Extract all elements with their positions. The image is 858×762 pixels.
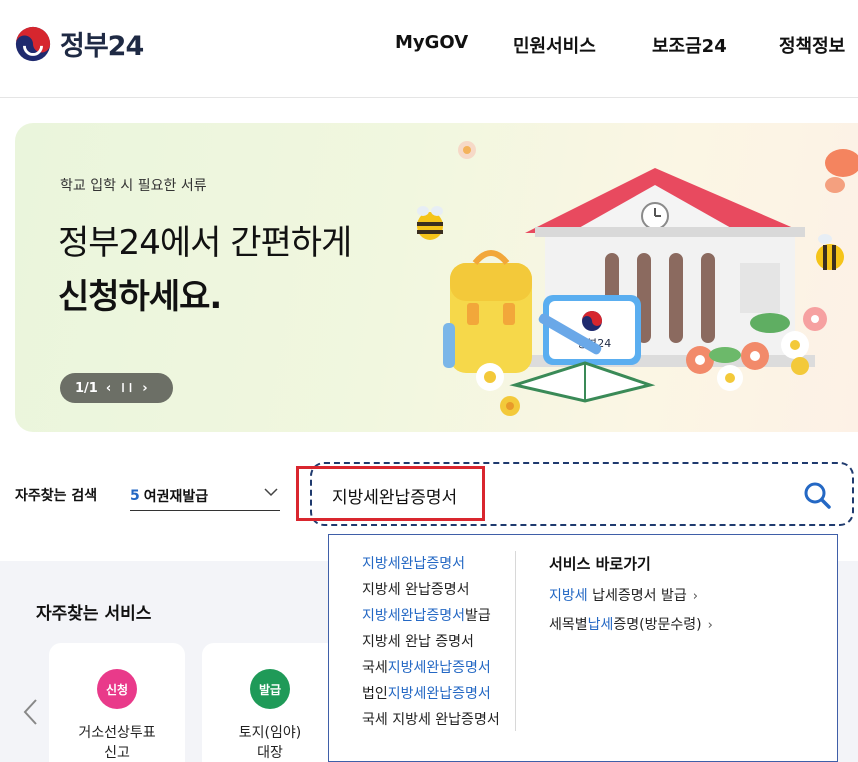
bee-icon [417,206,443,240]
banner-title-line2: 신청하세요. [58,277,222,317]
service-name-line1: 거소선상투표 [78,725,156,741]
search-autocomplete-dropdown: 지방세완납증명서 지방세 완납증명서 지방세완납증명서발급 지방세 완납 증명서… [328,534,838,762]
suggestion-item[interactable]: 국세지방세완납증명서 [362,655,500,681]
banner-pause-button[interactable]: ❙❙ [119,383,134,393]
school-illustration: 정부24 [417,141,858,416]
service-name-line2: 신고 [104,745,130,761]
service-shortcut-link[interactable]: 세목별납세증명(방문수령) › [549,611,713,640]
frequent-services-title: 자주찾는 서비스 [36,604,152,624]
frequent-search-term: 여권재발급 [143,488,209,505]
flower-icon [500,396,520,416]
service-card[interactable]: 발급 토지(임야) 대장 [202,643,338,762]
service-shortcut-title: 서비스 바로가기 [549,555,651,573]
flower-icon [717,365,743,391]
service-name: 토지(임야) 대장 [202,723,338,762]
search-icon[interactable] [802,480,832,510]
search-box [310,462,854,526]
nav-policy-info[interactable]: 정책정보 [779,32,845,58]
frequent-search-rank: 5 [130,487,140,504]
frequent-search-label: 자주찾는 검색 [15,488,98,504]
banner-title-line1: 정부24에서 간편하게 [58,223,352,263]
suggestion-list: 지방세완납증명서 지방세 완납증명서 지방세완납증명서발급 지방세 완납 증명서… [362,551,500,733]
nav-mygov[interactable]: MyGOV [395,32,468,53]
suggestion-item[interactable]: 지방세 완납 증명서 [362,629,500,655]
hero-banner[interactable]: 학교 입학 시 필요한 서류 정부24에서 간편하게 신청하세요. 1/1 ‹ … [15,123,858,432]
banner-prev-button[interactable]: ‹ [106,381,111,396]
suggestion-item[interactable]: 국세 지방세 완납증명서 [362,707,500,733]
apply-badge: 신청 [97,669,137,709]
main-nav: MyGOV 민원서비스 보조금24 정책정보 [0,32,858,58]
banner-carousel-controls: 1/1 ‹ ❙❙ › [60,373,173,403]
issue-badge: 발급 [250,669,290,709]
service-shortcut-link[interactable]: 지방세 납세증명서 발급 › [549,582,713,611]
flower-icon [686,346,714,374]
service-name-line2: 대장 [257,745,283,761]
chevron-left-icon[interactable] [22,698,40,726]
site-header: 정부24 MyGOV 민원서비스 보조금24 정책정보 [0,0,858,98]
service-name: 거소선상투표 신고 [49,723,185,762]
banner-subtitle: 학교 입학 시 필요한 서류 [60,178,207,194]
flower-icon [791,357,809,375]
suggestion-item[interactable]: 지방세완납증명서 [362,551,500,577]
nav-subsidy24[interactable]: 보조금24 [652,32,727,58]
chevron-down-icon [264,488,278,497]
suggestion-item[interactable]: 지방세완납증명서발급 [362,603,500,629]
banner-next-button[interactable]: › [142,381,147,396]
service-card[interactable]: 신청 거소선상투표 신고 [49,643,185,762]
nav-civil-services[interactable]: 민원서비스 [513,32,596,58]
chevron-right-icon: › [707,618,713,633]
chevron-right-icon: › [692,589,698,604]
flower-icon [458,141,476,159]
flower-icon [803,307,827,331]
banner-pager: 1/1 [75,380,98,396]
frequent-search-dropdown[interactable]: 5 여권재발급 [130,481,280,511]
flower-icon [781,331,809,359]
dropdown-divider [515,551,516,731]
flower-icon [741,342,769,370]
suggestion-item[interactable]: 법인지방세완납증명서 [362,681,500,707]
flower-icon [476,363,504,391]
suggestion-item[interactable]: 지방세 완납증명서 [362,577,500,603]
service-shortcut-list: 지방세 납세증명서 발급 › 세목별납세증명(방문수령) › [549,582,713,640]
bee-icon [816,234,844,270]
search-input[interactable] [332,482,752,508]
service-name-line1: 토지(임야) [238,725,302,741]
